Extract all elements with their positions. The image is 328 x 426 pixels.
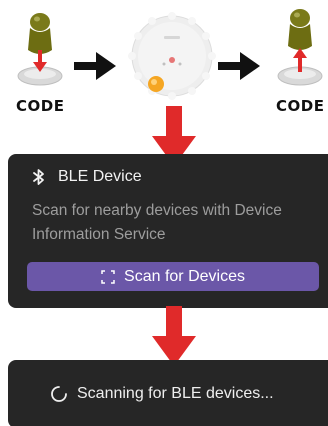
ble-device-icon xyxy=(128,12,216,100)
ble-card-header: BLE Device xyxy=(32,168,328,186)
scan-frame-icon xyxy=(101,269,115,284)
code-figure-icon xyxy=(277,9,323,86)
down-arrow-icon xyxy=(152,306,196,366)
code-figure-icon xyxy=(17,13,63,86)
scan-button-label: Scan for Devices xyxy=(124,267,245,285)
ble-card-title: BLE Device xyxy=(58,168,142,185)
bluetooth-icon xyxy=(33,169,44,185)
right-code-label: CODE xyxy=(276,97,325,115)
scan-for-devices-button[interactable]: Scan for Devices xyxy=(27,262,319,291)
right-arrow-icon xyxy=(218,52,260,80)
stage: CODE CODE BLE Device Scan for nearby dev… xyxy=(0,0,328,426)
loading-spinner-icon xyxy=(51,386,67,402)
left-code-label: CODE xyxy=(16,97,65,115)
scanning-status-text: Scanning for BLE devices... xyxy=(77,385,274,402)
scanning-status-card: Scanning for BLE devices... xyxy=(8,360,328,426)
ble-device-card: BLE Device Scan for nearby devices with … xyxy=(8,154,328,308)
right-arrow-icon xyxy=(74,52,116,80)
ble-card-description: Scan for nearby devices with Device Info… xyxy=(32,202,282,243)
